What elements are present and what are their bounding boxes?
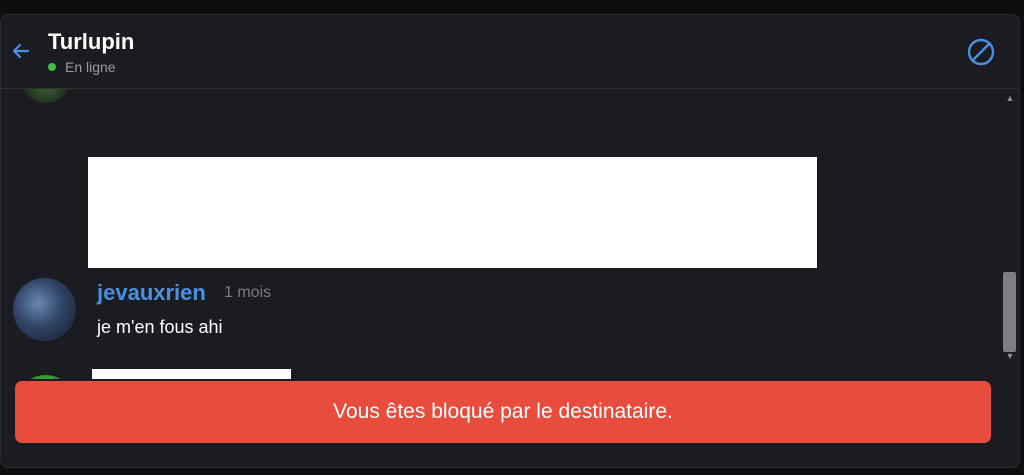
online-dot-icon <box>48 63 56 71</box>
message-list[interactable]: jevauxrien 1 mois je m'en fous ahi <box>1 89 1001 379</box>
message-timestamp: 1 mois <box>224 284 272 301</box>
block-button[interactable] <box>966 37 996 67</box>
status-label: En ligne <box>65 59 116 75</box>
chat-panel: Turlupin En ligne jevauxrien 1 mois je m… <box>0 14 1020 468</box>
back-button[interactable] <box>9 39 33 63</box>
message-text: je m'en fous ahi <box>97 317 223 337</box>
scrollbar[interactable]: ▲ ▼ <box>1001 89 1019 379</box>
message-image[interactable] <box>88 157 817 268</box>
scroll-down-icon[interactable]: ▼ <box>1005 351 1015 361</box>
avatar[interactable] <box>13 278 76 341</box>
contact-status: En ligne <box>48 59 116 75</box>
blocked-banner: Vous êtes bloqué par le destinataire. <box>15 381 991 443</box>
block-icon <box>967 38 995 66</box>
arrow-left-icon <box>12 43 30 59</box>
message-image[interactable] <box>92 369 291 379</box>
contact-name: Turlupin <box>48 29 135 54</box>
chat-header: Turlupin En ligne <box>1 15 1019 89</box>
scroll-up-icon[interactable]: ▲ <box>1005 93 1015 103</box>
avatar[interactable] <box>21 89 71 103</box>
avatar[interactable] <box>14 375 77 379</box>
scroll-thumb[interactable] <box>1003 272 1016 352</box>
message-username[interactable]: jevauxrien <box>97 280 206 306</box>
